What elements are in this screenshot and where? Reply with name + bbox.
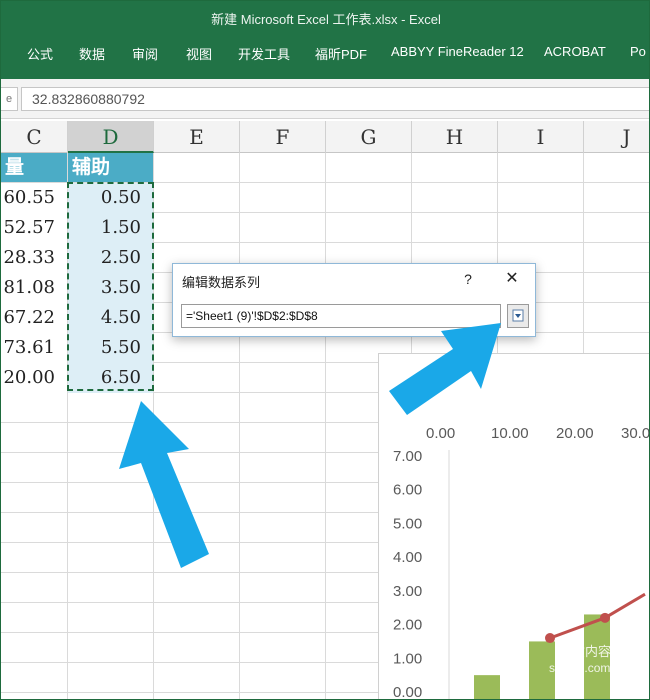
annotation-arrows [119,323,501,568]
arrow-to-dialog-icon [389,323,501,415]
excel-window: 新建 Microsoft Excel 工作表.xlsx - Excel 公式 数… [0,0,650,700]
arrow-to-column-d-icon [119,401,209,568]
